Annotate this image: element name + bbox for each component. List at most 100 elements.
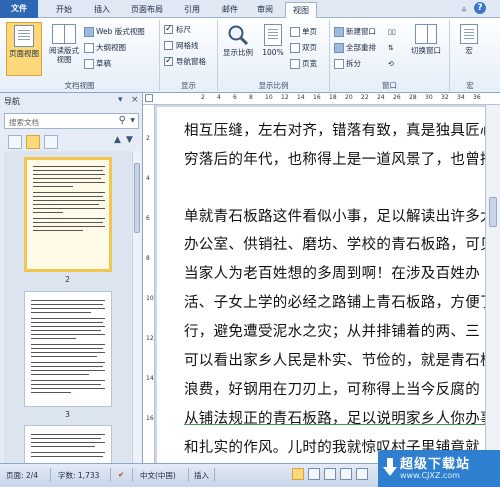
draft-view-icon[interactable] [356,468,368,480]
page-count[interactable]: 页面: 2/4 [6,470,38,481]
reading-view-label-2: 视图 [56,55,72,64]
vruler-number: 14 [146,375,154,382]
one-page-button[interactable]: 单页 [290,26,317,38]
proofing-icon[interactable]: ✔ [118,470,124,479]
switch-window-button[interactable]: 切换窗口 [406,22,446,76]
ribbon-view: 页面视图 阅读版式 视图 Web 版式视图 大纲视图 草稿 文档视图 标尺 网格… [0,18,500,93]
document-page[interactable]: 相互压缝，左右对齐，错落有致，真是独具匠心 穷落后的年代，也称得上是一道风景了，… [157,107,485,463]
vertical-ruler[interactable]: 2 4 6 8 10 12 14 16 [143,105,155,463]
nav-pane-checkbox[interactable]: 导航窗格 [164,55,206,68]
gridlines-checkbox[interactable]: 网格线 [164,40,199,52]
view-side-by-side-icon[interactable]: ▯▯ [388,26,396,38]
page-view-button[interactable]: 页面视图 [6,22,42,76]
nav-search-box[interactable]: 搜索文档 ⚲ ▼ [4,113,139,129]
nav-scrollbar-thumb[interactable] [134,163,140,233]
doc-line: 行，避免遭受泥水之灾；从并排铺着的两、三 [184,324,480,340]
tab-references[interactable]: 引用 [176,2,208,18]
tab-results-icon[interactable] [44,135,58,149]
reset-window-icon[interactable]: ⟲ [388,58,394,70]
doc-line: 相互压缝，左右对齐，错落有致，真是独具匠心 [184,123,485,139]
language-indicator[interactable]: 中文(中国) [140,470,176,481]
search-dropdown-icon[interactable]: ▼ [130,117,135,124]
new-window-label: 新建窗口 [346,27,376,36]
nav-search-placeholder: 搜索文档 [9,118,39,127]
print-layout-view-icon[interactable] [292,468,304,480]
ruler-number: 6 [233,94,237,101]
outline-icon [84,43,94,53]
page-width-icon [290,59,300,69]
site-watermark: 超级下载站 www.CJXZ.com [378,450,500,487]
page-view-label: 页面视图 [9,49,39,58]
ruler-number: 12 [281,94,289,101]
draft-button[interactable]: 草稿 [84,58,111,70]
doc-line: 当家人为老百姓想的多周到啊！在涉及百姓办 [184,266,480,282]
ruler-number: 8 [249,94,253,101]
nav-close-icon[interactable]: × [131,95,139,105]
one-page-icon [290,27,300,37]
sync-scroll-icon[interactable]: ⇅ [388,42,394,54]
split-label: 拆分 [346,59,361,68]
web-layout-button[interactable]: Web 版式视图 [84,26,145,38]
insert-mode-indicator[interactable]: 插入 [194,470,209,481]
doc-line: 办公室、供销社、磨坊、学校的青石板路，可见 [184,237,485,253]
outline-view-icon[interactable] [340,468,352,480]
one-page-label: 单页 [302,27,317,36]
doc-line: 从铺法规正的青石板路，足以说明家乡人你办事 [184,411,485,427]
tab-file[interactable]: 文件 [0,0,38,18]
switch-window-label: 切换窗口 [411,46,441,55]
new-window-button[interactable]: 新建窗口 [334,26,376,38]
ruler-number: 22 [361,94,369,101]
split-button[interactable]: 拆分 [334,58,361,70]
reading-view-button[interactable]: 阅读版式 视图 [46,22,82,76]
tab-selector-icon[interactable] [145,94,153,102]
macros-button[interactable]: 宏 [456,22,482,76]
arrange-all-button[interactable]: 全部重排 [334,42,376,54]
nav-view-tabs: ▲ ▼ [4,135,139,151]
tab-insert[interactable]: 插入 [86,2,118,18]
zoom-100-button[interactable]: 100% [258,22,288,76]
next-result-icon[interactable]: ▼ [126,135,133,145]
search-icon[interactable]: ⚲ [119,115,126,126]
reading-layout-view-icon[interactable] [308,468,320,480]
web-layout-view-icon[interactable] [324,468,336,480]
ruler-number: 4 [217,94,221,101]
draft-icon [84,59,94,69]
minimize-ribbon-icon[interactable]: ▵ [458,3,470,15]
group-label-document-views: 文档视图 [64,81,95,90]
page-thumbnail-2[interactable] [24,157,112,272]
web-layout-label: Web 版式视图 [96,27,145,36]
zoom-button[interactable]: 显示比例 [220,22,256,76]
ruler-number: 14 [297,94,305,101]
tab-page-layout[interactable]: 页面布局 [124,2,170,18]
two-pages-button[interactable]: 双页 [290,42,317,54]
ruler-number: 36 [473,94,481,101]
tab-pages-icon[interactable] [26,135,40,149]
page-thumbnail-4[interactable] [24,425,112,463]
split-icon [334,59,344,69]
outline-button[interactable]: 大纲视图 [84,42,126,54]
page-thumbnail-3[interactable] [24,291,112,407]
tab-review[interactable]: 审阅 [250,2,280,18]
tab-mailings[interactable]: 邮件 [214,2,246,18]
magnifier-icon [228,25,249,46]
group-window: 新建窗口 全部重排 拆分 ▯▯ ⇅ ⟲ 切换窗口 窗口 [330,20,450,91]
page-width-button[interactable]: 页宽 [290,58,317,70]
document-scrollbar[interactable] [485,105,500,463]
tab-headings-icon[interactable] [8,135,22,149]
prev-result-icon[interactable]: ▲ [114,135,121,145]
tab-view[interactable]: 视图 [285,2,317,19]
word-count[interactable]: 字数: 1,733 [58,470,99,481]
arrange-all-icon [334,43,344,53]
tab-home[interactable]: 开始 [48,2,80,18]
ruler-checkbox[interactable]: 标尺 [164,23,191,36]
nav-scrollbar[interactable] [132,151,141,463]
horizontal-ruler[interactable]: 2 4 6 8 10 12 14 16 18 20 22 24 26 28 30 32 34 36 [143,93,500,105]
doc-line: 穷落后的年代，也称得上是一道风景了，也曾招 [184,152,485,168]
nav-title: 导航 [4,97,20,106]
new-window-icon [334,27,344,37]
nav-menu-icon[interactable]: ▾ [118,95,123,105]
help-icon[interactable]: ? [474,2,486,14]
ruler-check-icon [164,23,173,35]
nav-pane-label: 导航窗格 [176,57,206,66]
document-scrollbar-thumb[interactable] [489,197,497,227]
